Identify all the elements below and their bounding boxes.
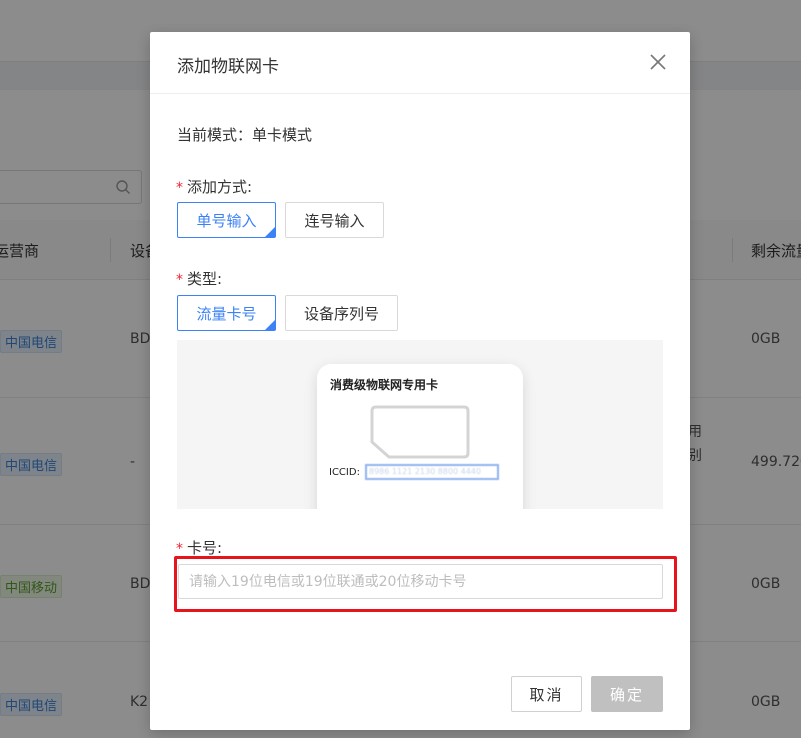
required-mark: * bbox=[176, 180, 183, 196]
dialog-header: 添加物联网卡 bbox=[150, 32, 690, 94]
add-method-label-text: 添加方式: bbox=[187, 178, 253, 196]
close-icon[interactable] bbox=[648, 52, 668, 72]
required-mark: * bbox=[176, 541, 183, 557]
single-input-option[interactable]: 单号输入 bbox=[177, 202, 276, 238]
cancel-button[interactable]: 取消 bbox=[511, 676, 582, 712]
device-serial-label: 设备序列号 bbox=[303, 304, 379, 323]
single-input-label: 单号输入 bbox=[196, 211, 257, 230]
confirm-button-label: 确定 bbox=[609, 685, 644, 704]
type-label-text: 类型: bbox=[187, 270, 223, 288]
device-serial-option[interactable]: 设备序列号 bbox=[285, 295, 398, 331]
selected-corner-icon bbox=[265, 227, 275, 237]
add-method-label: * 添加方式: bbox=[176, 176, 252, 197]
confirm-button[interactable]: 确定 bbox=[591, 676, 663, 712]
traffic-card-option[interactable]: 流量卡号 bbox=[177, 295, 276, 331]
add-iot-card-dialog: 添加物联网卡 当前模式：单卡模式 * 添加方式: 单号输入 连号输入 * 类型: 流… bbox=[150, 32, 690, 730]
iccid-value: 8986 1121 2130 8800 4440 bbox=[365, 464, 499, 480]
card-number-label: * 卡号: bbox=[176, 537, 222, 558]
dialog-title: 添加物联网卡 bbox=[177, 57, 279, 77]
range-input-label: 连号输入 bbox=[304, 211, 365, 230]
cancel-button-label: 取消 bbox=[529, 685, 564, 704]
traffic-card-label: 流量卡号 bbox=[196, 304, 257, 323]
card-number-label-text: 卡号: bbox=[187, 539, 223, 557]
type-label: * 类型: bbox=[176, 268, 222, 289]
sim-chip-icon bbox=[370, 405, 470, 459]
card-number-input[interactable] bbox=[178, 564, 663, 599]
current-mode-text: 当前模式：单卡模式 bbox=[177, 126, 313, 144]
sim-card-title: 消费级物联网专用卡 bbox=[330, 378, 439, 392]
iccid-label: ICCID: bbox=[329, 467, 360, 478]
required-mark: * bbox=[176, 272, 183, 288]
sim-card-illustration: 消费级物联网专用卡 ICCID: 8986 1121 2130 8800 444… bbox=[317, 364, 523, 509]
sim-card-preview: 消费级物联网专用卡 ICCID: 8986 1121 2130 8800 444… bbox=[177, 340, 663, 509]
range-input-option[interactable]: 连号输入 bbox=[285, 202, 384, 238]
selected-corner-icon bbox=[265, 320, 275, 330]
